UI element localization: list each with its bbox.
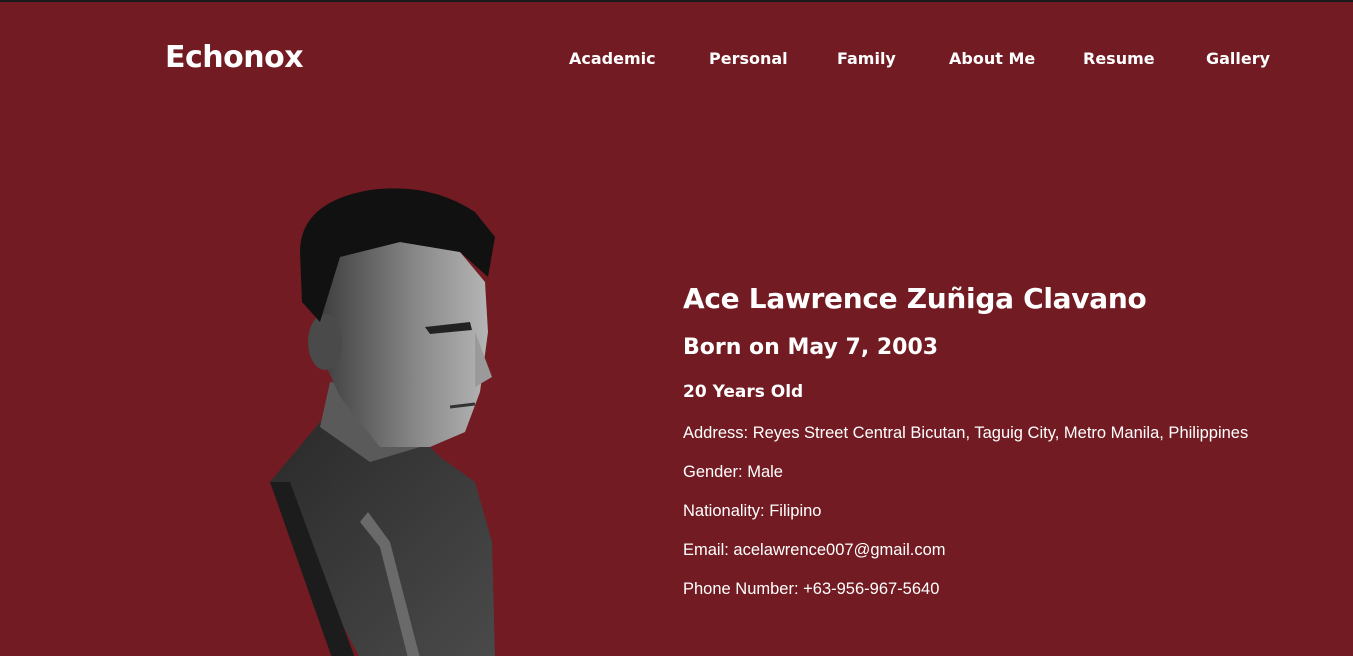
brand-logo[interactable]: Echonox [165, 40, 304, 75]
profile-phone: Phone Number: +63-956-967-5640 [683, 580, 940, 598]
top-navbar: Echonox Academic Personal Family About M… [0, 2, 1353, 122]
profile-birthdate: Born on May 7, 2003 [683, 335, 939, 360]
profile-info: Ace Lawrence Zuñiga Clavano Born on May … [683, 282, 1343, 619]
nav-gallery[interactable]: Gallery [1206, 49, 1270, 68]
nav-academic[interactable]: Academic [569, 49, 656, 68]
profile-age: 20 Years Old [683, 382, 804, 402]
profile-email: Email: acelawrence007@gmail.com [683, 541, 946, 559]
profile-name: Ace Lawrence Zuñiga Clavano [683, 282, 1147, 315]
profile-gender: Gender: Male [683, 463, 783, 481]
nav-personal[interactable]: Personal [709, 49, 788, 68]
profile-address: Address: Reyes Street Central Bicutan, T… [683, 424, 1249, 442]
nav-about-me[interactable]: About Me [949, 49, 1035, 68]
nav-family[interactable]: Family [837, 49, 896, 68]
nav-resume[interactable]: Resume [1083, 49, 1155, 68]
profile-nationality: Nationality: Filipino [683, 502, 822, 520]
profile-photo [260, 182, 510, 656]
